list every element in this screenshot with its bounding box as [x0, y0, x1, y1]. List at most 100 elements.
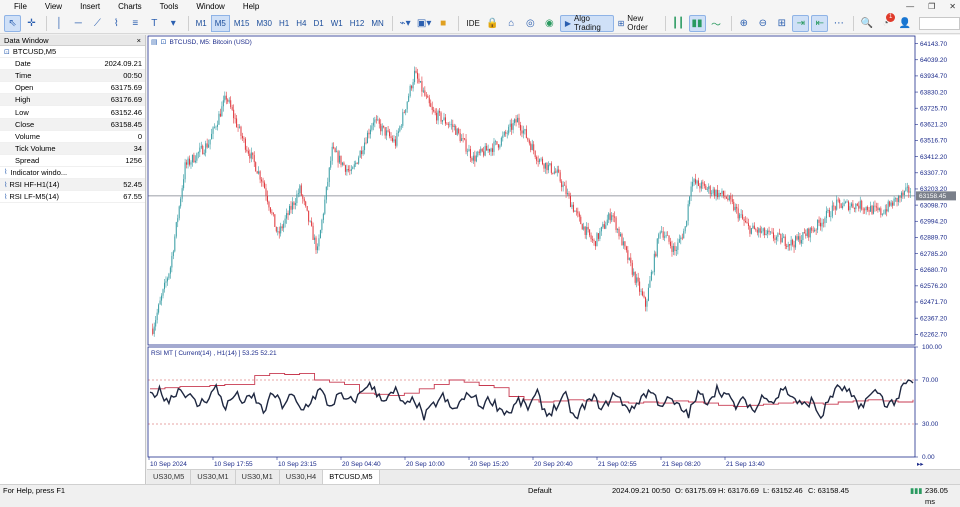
signals-icon[interactable]: ◎ — [522, 15, 539, 32]
trend-line-icon[interactable]: ⟋ — [89, 15, 106, 32]
menu-charts[interactable]: Charts — [109, 0, 151, 13]
menu-window[interactable]: Window — [187, 0, 233, 13]
candle-body — [628, 257, 630, 260]
menu-file[interactable]: File — [0, 0, 36, 13]
menu-insert[interactable]: Insert — [71, 0, 109, 13]
candle-body — [568, 193, 570, 196]
candle-body — [243, 138, 245, 139]
chart-tab[interactable]: BTCUSD,M5 — [323, 470, 380, 484]
data-row-low-key: Low — [15, 107, 29, 117]
candle-body — [352, 167, 354, 170]
candle-body — [233, 109, 235, 119]
chart-tab[interactable]: US30,M1 — [236, 470, 280, 484]
scroll-chart-icon[interactable]: ⇥ — [792, 14, 810, 32]
timeframe-m1[interactable]: M1 — [193, 15, 210, 32]
candle-body — [299, 185, 301, 194]
timeframe-d1[interactable]: D1 — [310, 15, 326, 32]
timeframe-m30[interactable]: M30 — [253, 15, 275, 32]
lock-icon[interactable]: 🔒 — [484, 15, 501, 32]
price-pane-frame — [147, 35, 916, 346]
symbol-row[interactable]: ⊡ BTCUSD,M5 — [0, 46, 145, 59]
timeframe-h4[interactable]: H4 — [293, 15, 309, 32]
zoom-in-icon[interactable]: ⊕ — [735, 15, 752, 32]
candle-body — [465, 139, 467, 152]
bar-chart-icon[interactable]: ┃┃ — [670, 15, 687, 32]
candle-body — [633, 271, 635, 275]
search-icon[interactable]: 🔍 — [858, 15, 875, 32]
tile-windows-icon[interactable]: ⊞ — [773, 15, 790, 32]
line-chart-icon[interactable]: 〜 — [708, 15, 725, 32]
price-pane — [148, 66, 915, 337]
timeframe-w1[interactable]: W1 — [328, 15, 346, 32]
color-scheme-icon[interactable]: ■ — [435, 15, 452, 32]
account-icon[interactable]: 👤 — [896, 15, 913, 32]
market-icon[interactable]: ⌂ — [503, 15, 520, 32]
menu-tools[interactable]: Tools — [151, 0, 188, 13]
candle-body — [500, 137, 502, 146]
polyline-icon[interactable]: ⌇ — [108, 15, 125, 32]
candle-body — [565, 185, 567, 195]
text-icon[interactable]: T — [146, 15, 163, 32]
channel-icon[interactable]: ≡ — [127, 15, 144, 32]
chart-tab[interactable]: US30,M1 — [191, 470, 236, 484]
chart-shift-icon[interactable]: ⇤ — [811, 14, 829, 32]
candle-body — [284, 218, 286, 224]
status-high: H: 63176.69 — [718, 486, 759, 495]
one-click-trading-icon[interactable]: ▤ — [151, 38, 158, 46]
candle-body — [487, 149, 489, 151]
candlestick-icon[interactable]: ▮▮ — [688, 14, 706, 32]
chart-area[interactable]: 64143.70 64039.20 63934.70 63830.20 63725.70… — [147, 35, 960, 469]
close-button[interactable]: ✕ — [949, 0, 956, 13]
candle-body — [324, 199, 326, 214]
candle-body — [734, 206, 736, 211]
indicator-row-key: ⌇ RSI HF-H1(14) — [4, 180, 60, 190]
search-input[interactable] — [919, 16, 960, 30]
shapes-icon[interactable]: ▾ — [165, 15, 182, 32]
candle-body — [447, 124, 449, 126]
new-order-button[interactable]: ⊞ New Order — [614, 14, 661, 32]
indicators-icon[interactable]: ⋯ — [830, 15, 847, 32]
ide-button[interactable]: IDE — [462, 15, 483, 32]
candle-body — [196, 153, 198, 161]
candle-body — [427, 95, 429, 98]
candle-body — [592, 239, 594, 241]
timeframe-mn[interactable]: MN — [368, 15, 386, 32]
vertical-line-icon[interactable]: │ — [51, 15, 68, 32]
timeframe-h12[interactable]: H12 — [347, 15, 368, 32]
candle-body — [693, 179, 695, 182]
notifications-icon[interactable]: ◔ 1 — [877, 12, 896, 32]
auto-scroll-icon[interactable]: ▸▸ — [917, 461, 924, 468]
candle-body — [219, 113, 221, 117]
chart-tab[interactable]: US30,M5 — [147, 470, 192, 484]
crosshair-icon[interactable]: ✛ — [23, 15, 40, 32]
timeframe-h1[interactable]: H1 — [276, 15, 292, 32]
chart-mode-icon[interactable]: ⊡ — [161, 38, 167, 46]
timeframe-m15[interactable]: M15 — [231, 15, 253, 32]
chart-canvas[interactable]: 64143.70 64039.20 63934.70 63830.20 63725.70… — [147, 35, 960, 469]
candle-body — [249, 153, 251, 159]
zoom-out-icon[interactable]: ⊖ — [754, 15, 771, 32]
candle-body — [175, 222, 177, 237]
candle-body — [680, 237, 682, 240]
restore-button[interactable]: ❐ — [928, 0, 935, 13]
indicator-window-row[interactable]: ⌇ Indicator windo... — [0, 167, 145, 180]
candle-body — [193, 154, 195, 163]
vps-icon[interactable]: ◉ — [541, 15, 558, 32]
status-profile[interactable]: Default — [528, 485, 552, 496]
chart-type-icon[interactable]: ⌁▾ — [397, 15, 414, 32]
algo-trading-button[interactable]: ▶ Algo Trading — [559, 14, 614, 32]
menu-view[interactable]: View — [36, 0, 71, 13]
candle-body — [350, 169, 352, 171]
cursor-icon[interactable]: ⇖ — [4, 14, 21, 32]
horizontal-line-icon[interactable]: ─ — [70, 15, 87, 32]
minimize-button[interactable]: — — [906, 0, 914, 13]
candle-body — [230, 100, 232, 108]
templates-icon[interactable]: ▣▾ — [416, 15, 433, 32]
candle-body — [724, 195, 726, 198]
data-window-close-icon[interactable]: × — [137, 36, 141, 45]
menu-help[interactable]: Help — [234, 0, 268, 13]
chart-tab[interactable]: US30,H4 — [280, 470, 324, 484]
timeframe-m5[interactable]: M5 — [210, 14, 230, 32]
candle-body — [253, 155, 255, 163]
candle-body — [893, 198, 895, 206]
